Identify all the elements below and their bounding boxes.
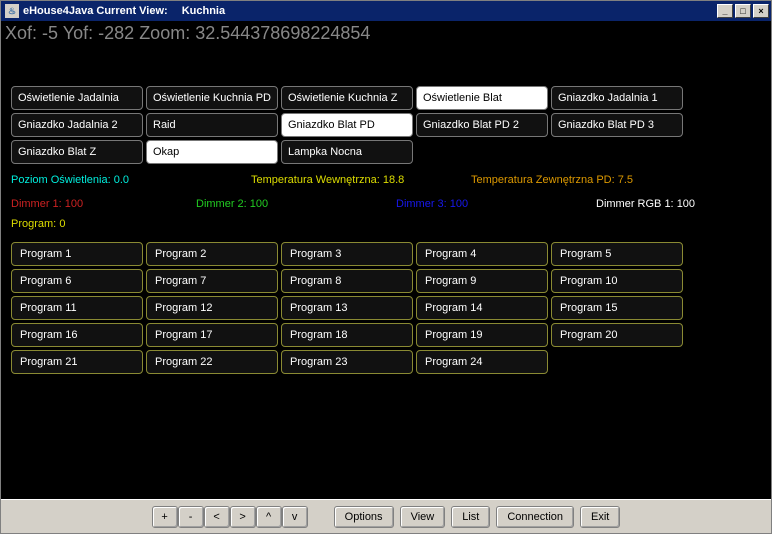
maximize-button[interactable]: □ <box>735 4 751 18</box>
nav-button[interactable]: ^ <box>256 506 282 528</box>
program-button[interactable]: Program 12 <box>146 296 278 320</box>
program-button[interactable]: Program 13 <box>281 296 413 320</box>
view-button[interactable]: View <box>400 506 446 528</box>
program-button[interactable]: Program 2 <box>146 242 278 266</box>
device-button[interactable]: Gniazdko Blat Z <box>11 140 143 164</box>
program-button[interactable]: Program 7 <box>146 269 278 293</box>
program-button[interactable]: Program 19 <box>416 323 548 347</box>
dimmer-2: Dimmer 2: 100 <box>196 198 396 210</box>
nav-button[interactable]: > <box>230 506 256 528</box>
device-button[interactable]: Lampka Nocna <box>281 140 413 164</box>
program-button[interactable]: Program 11 <box>11 296 143 320</box>
exit-button[interactable]: Exit <box>580 506 620 528</box>
program-button[interactable]: Program 24 <box>416 350 548 374</box>
dimmer-1: Dimmer 1: 100 <box>11 198 196 210</box>
options-button[interactable]: Options <box>334 506 394 528</box>
status-row-sensors: Poziom Oświetlenia: 0.0 Temperatura Wewn… <box>1 170 771 190</box>
program-button[interactable]: Program 6 <box>11 269 143 293</box>
program-button[interactable]: Program 3 <box>281 242 413 266</box>
temp-internal: Temperatura Wewnętrzna: 18.8 <box>251 174 471 186</box>
program-button[interactable]: Program 20 <box>551 323 683 347</box>
nav-button[interactable]: v <box>282 506 308 528</box>
status-row-dimmers: Dimmer 1: 100 Dimmer 2: 100 Dimmer 3: 10… <box>1 190 771 214</box>
device-button[interactable]: Oświetlenie Kuchnia Z <box>281 86 413 110</box>
minimize-button[interactable]: _ <box>717 4 733 18</box>
bottom-toolbar: +-<>^v Options ViewList Connection Exit <box>1 499 771 533</box>
program-button[interactable]: Program 5 <box>551 242 683 266</box>
device-button[interactable]: Raid <box>146 113 278 137</box>
program-button[interactable]: Program 18 <box>281 323 413 347</box>
coordinates-readout: Xof: -5 Yof: -282 Zoom: 32.5443786982248… <box>1 21 771 56</box>
program-button[interactable]: Program 17 <box>146 323 278 347</box>
light-level: Poziom Oświetlenia: 0.0 <box>11 174 251 186</box>
dimmer-3: Dimmer 3: 100 <box>396 198 596 210</box>
device-button[interactable]: Gniazdko Jadalnia 2 <box>11 113 143 137</box>
program-button[interactable]: Program 14 <box>416 296 548 320</box>
temp-external: Temperatura Zewnętrzna PD: 7.5 <box>471 174 633 186</box>
program-button[interactable]: Program 16 <box>11 323 143 347</box>
device-button[interactable]: Gniazdko Blat PD 3 <box>551 113 683 137</box>
program-button[interactable]: Program 23 <box>281 350 413 374</box>
device-grid: Oświetlenie JadalniaOświetlenie Kuchnia … <box>1 56 771 170</box>
device-button[interactable]: Okap <box>146 140 278 164</box>
nav-button[interactable]: + <box>152 506 178 528</box>
program-button[interactable]: Program 22 <box>146 350 278 374</box>
program-grid: Program 1Program 2Program 3Program 4Prog… <box>1 236 771 380</box>
program-current: Program: 0 <box>1 214 771 236</box>
dimmer-rgb: Dimmer RGB 1: 100 <box>596 198 695 210</box>
device-button[interactable]: Oświetlenie Jadalnia <box>11 86 143 110</box>
title-prefix: eHouse4Java Current View: <box>23 5 168 17</box>
program-button[interactable]: Program 15 <box>551 296 683 320</box>
titlebar: ♨ eHouse4Java Current View: Kuchnia _ □ … <box>1 1 771 21</box>
program-button[interactable]: Program 21 <box>11 350 143 374</box>
list-button[interactable]: List <box>451 506 490 528</box>
program-button[interactable]: Program 10 <box>551 269 683 293</box>
close-button[interactable]: × <box>753 4 769 18</box>
program-button[interactable]: Program 9 <box>416 269 548 293</box>
device-button[interactable]: Gniazdko Jadalnia 1 <box>551 86 683 110</box>
device-button[interactable]: Oświetlenie Blat <box>416 86 548 110</box>
device-button[interactable]: Oświetlenie Kuchnia PD <box>146 86 278 110</box>
device-button[interactable]: Gniazdko Blat PD <box>281 113 413 137</box>
program-button[interactable]: Program 8 <box>281 269 413 293</box>
program-button[interactable]: Program 1 <box>11 242 143 266</box>
nav-button[interactable]: < <box>204 506 230 528</box>
title-view-name: Kuchnia <box>182 5 225 17</box>
content-area: Xof: -5 Yof: -282 Zoom: 32.5443786982248… <box>1 21 771 499</box>
java-icon: ♨ <box>5 4 19 18</box>
nav-button[interactable]: - <box>178 506 204 528</box>
connection-button[interactable]: Connection <box>496 506 574 528</box>
device-button[interactable]: Gniazdko Blat PD 2 <box>416 113 548 137</box>
program-button[interactable]: Program 4 <box>416 242 548 266</box>
app-window: ♨ eHouse4Java Current View: Kuchnia _ □ … <box>0 0 772 534</box>
